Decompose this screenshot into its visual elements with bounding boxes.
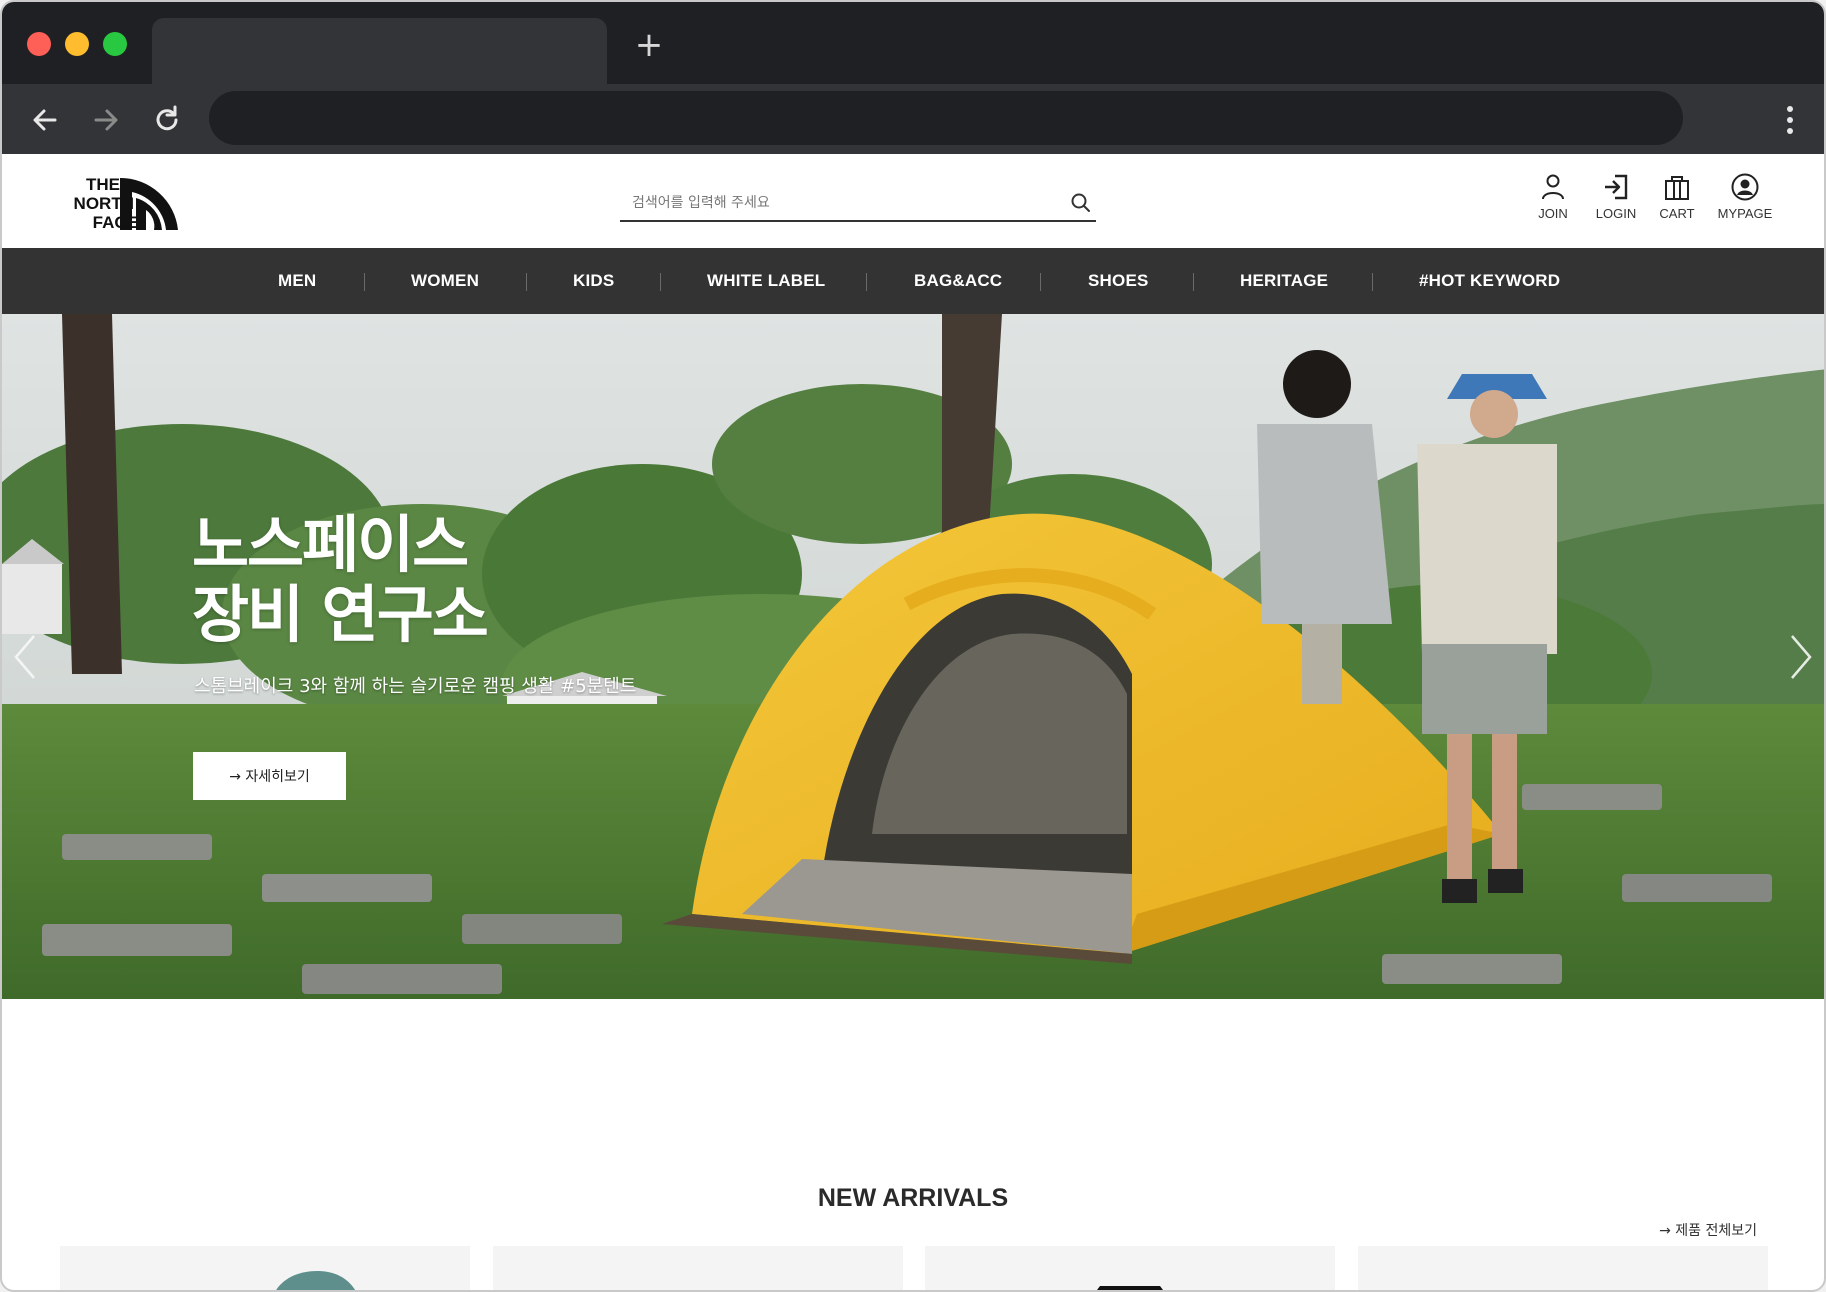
browser-tab-active[interactable]: [152, 18, 607, 84]
browser-toolbar: [2, 84, 1824, 154]
arrow-left-icon: [33, 109, 57, 131]
search-input[interactable]: [630, 186, 1054, 220]
more-vertical-icon: [1787, 106, 1793, 134]
nav-item-bag-acc[interactable]: BAG&ACC: [914, 248, 1002, 314]
join-label: JOIN: [1538, 206, 1568, 221]
nav-item-white-label[interactable]: WHITE LABEL: [707, 248, 825, 314]
browser-window: + THE NORTH FACE 검색어를 입력해 주세요 JOIN LOGIN…: [0, 0, 1826, 1292]
shopping-bag-icon: [1665, 176, 1689, 200]
svg-text:THE: THE: [86, 175, 120, 194]
nav-item-women[interactable]: WOMEN: [411, 248, 479, 314]
nav-separator: [526, 273, 527, 291]
carousel-next-button[interactable]: [1784, 632, 1816, 682]
hero-subtitle: 스톰브레이크 3와 함께 하는 슬기로운 캠핑 생활 #5분텐트: [194, 676, 637, 697]
svg-text:FACE: FACE: [93, 213, 138, 232]
nav-separator: [866, 273, 867, 291]
login-link[interactable]: LOGIN: [1589, 172, 1643, 221]
nav-item-hot-keyword[interactable]: #HOT KEYWORD: [1419, 248, 1560, 314]
nav-item-shoes[interactable]: SHOES: [1088, 248, 1149, 314]
cart-label: CART: [1659, 206, 1695, 221]
new-tab-button[interactable]: +: [632, 28, 666, 62]
site-header: THE NORTH FACE JOIN LOGIN: [2, 154, 1824, 248]
nav-separator: [660, 273, 661, 291]
nav-separator: [1040, 273, 1041, 291]
the-north-face-logo-icon: THE NORTH FACE: [74, 175, 178, 232]
hero-image: [2, 314, 1824, 999]
nav-separator: [1193, 273, 1194, 291]
close-window-button[interactable]: [27, 32, 51, 56]
view-all-products-link[interactable]: → 제품 전체보기: [1659, 1220, 1757, 1240]
reload-button[interactable]: [149, 102, 185, 138]
nav-item-heritage[interactable]: HERITAGE: [1240, 248, 1328, 314]
join-link[interactable]: JOIN: [1530, 172, 1576, 221]
cart-link[interactable]: CART: [1654, 172, 1700, 221]
browser-tab-bar: +: [2, 2, 1824, 84]
account-circle-icon: [1731, 173, 1759, 201]
hero-title-line-1: 노스페이스: [192, 508, 469, 581]
forward-button[interactable]: [88, 102, 124, 138]
product-card[interactable]: [493, 1246, 903, 1292]
login-label: LOGIN: [1595, 206, 1637, 221]
minimize-window-button[interactable]: [65, 32, 89, 56]
login-icon: [1605, 174, 1628, 200]
category-nav: MEN WOMEN KIDS WHITE LABEL BAG&ACC SHOES…: [2, 248, 1824, 314]
search-box: [620, 186, 1096, 222]
product-card[interactable]: [925, 1246, 1335, 1290]
back-button[interactable]: [27, 102, 63, 138]
arrow-right-icon: [94, 109, 118, 131]
hero-title: 노스페이스 장비 연구소: [192, 510, 752, 650]
product-card[interactable]: [1358, 1246, 1768, 1290]
product-image: [493, 1246, 903, 1292]
chevron-right-icon: [1791, 635, 1812, 679]
hero-detail-button[interactable]: → 자세히보기: [193, 752, 346, 800]
carousel-prev-button[interactable]: [10, 632, 42, 682]
reload-icon: [156, 105, 178, 131]
brand-logo[interactable]: THE NORTH FACE: [58, 172, 184, 232]
nav-separator: [1372, 273, 1373, 291]
product-card[interactable]: [60, 1246, 470, 1290]
hero-banner: 노스페이스 장비 연구소 스톰브레이크 3와 함께 하는 슬기로운 캠핑 생활 …: [2, 314, 1824, 999]
new-arrivals-title: NEW ARRIVALS: [817, 1184, 1009, 1212]
browser-menu-button[interactable]: [1784, 102, 1796, 138]
search-icon[interactable]: [1070, 192, 1092, 214]
mypage-label: MYPAGE: [1717, 206, 1773, 221]
product-image: [276, 1271, 355, 1290]
hero-title-line-2: 장비 연구소: [192, 578, 489, 651]
product-image: [1097, 1286, 1163, 1290]
svg-text:NORTH: NORTH: [74, 194, 134, 213]
person-icon: [1542, 174, 1564, 200]
address-bar[interactable]: [209, 91, 1683, 145]
nav-separator: [364, 273, 365, 291]
maximize-window-button[interactable]: [103, 32, 127, 56]
chevron-left-icon: [14, 635, 35, 679]
nav-item-kids[interactable]: KIDS: [573, 248, 614, 314]
nav-item-men[interactable]: MEN: [278, 248, 316, 314]
mypage-link[interactable]: MYPAGE: [1714, 172, 1776, 221]
